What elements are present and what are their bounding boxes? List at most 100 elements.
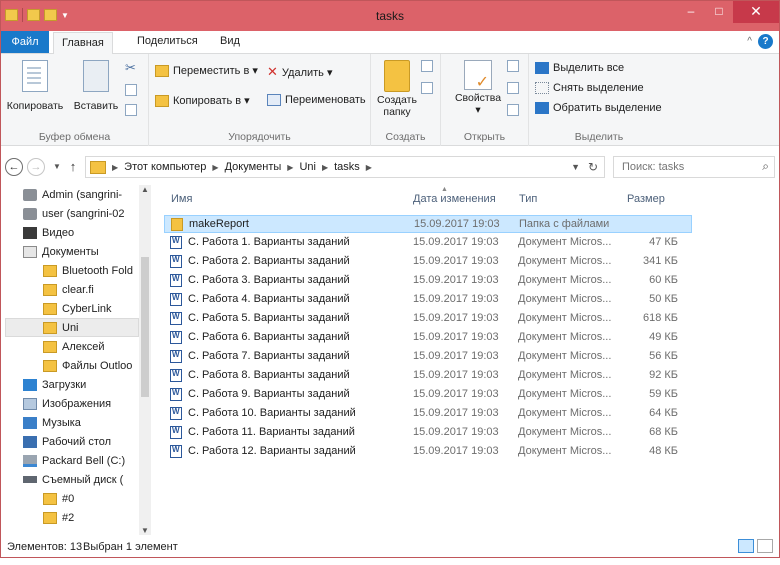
chevron-right-icon[interactable]: ▶ (287, 163, 293, 172)
nav-item-video[interactable]: Видео (23, 223, 151, 242)
properties-arrow: ▾ (475, 104, 481, 116)
navigation-scrollbar[interactable]: ▲ ▼ (139, 185, 151, 535)
nav-item-documents[interactable]: Документы (23, 242, 151, 261)
word-document-icon (170, 255, 182, 268)
properties-button[interactable]: Свойства ▾ (453, 60, 503, 116)
large-icons-view-icon[interactable] (757, 539, 773, 553)
move-to-button[interactable]: Переместить в ▾ (155, 64, 258, 77)
rename-button[interactable]: Переименовать (267, 94, 366, 106)
new-folder-button[interactable]: Создать папку (377, 60, 417, 118)
nav-item-removable-disk[interactable]: Съемный диск ( (23, 470, 151, 489)
file-row[interactable]: С. Работа 10. Варианты заданий 15.09.201… (164, 405, 692, 423)
refresh-icon[interactable]: ↻ (588, 160, 598, 174)
up-arrow-icon[interactable]: ↑ (63, 157, 83, 177)
file-row[interactable]: makeReport 15.09.2017 19:03 Папка с файл… (164, 215, 692, 233)
nav-item-bluetooth[interactable]: Bluetooth Fold (43, 261, 139, 280)
select-none-icon (535, 82, 549, 94)
file-row[interactable]: С. Работа 11. Варианты заданий 15.09.201… (164, 424, 692, 442)
tab-home[interactable]: Главная (53, 32, 113, 55)
close-button[interactable]: ✕ (733, 1, 779, 23)
word-document-icon (170, 312, 182, 325)
view-switcher (738, 539, 773, 553)
search-icon[interactable]: ⌕ (762, 159, 769, 174)
address-history-chevron-down-icon[interactable]: ▼ (571, 162, 580, 172)
folder-icon (43, 340, 57, 353)
folder-icon (43, 302, 57, 315)
invert-selection-button[interactable]: Обратить выделение (535, 102, 662, 114)
paste-button[interactable]: Вставить (73, 60, 119, 112)
breadcrumb-tasks[interactable]: tasks (334, 161, 360, 173)
cut-button[interactable]: ✂ (125, 60, 136, 76)
file-row[interactable]: С. Работа 9. Варианты заданий 15.09.2017… (164, 386, 692, 404)
nav-item-clearfi[interactable]: clear.fi (43, 280, 139, 299)
file-row[interactable]: С. Работа 4. Варианты заданий 15.09.2017… (164, 291, 692, 309)
file-row[interactable]: С. Работа 5. Варианты заданий 15.09.2017… (164, 310, 692, 328)
nav-item-cyberlink[interactable]: CyberLink (43, 299, 139, 318)
search-input[interactable] (614, 157, 744, 177)
tab-file[interactable]: Файл (1, 31, 49, 53)
back-arrow-icon[interactable]: ← (5, 158, 23, 176)
breadcrumb-uni[interactable]: Uni (299, 161, 316, 173)
column-header-type[interactable]: Тип (519, 193, 537, 215)
file-row[interactable]: С. Работа 8. Варианты заданий 15.09.2017… (164, 367, 692, 385)
nav-item-music[interactable]: Музыка (23, 413, 151, 432)
select-none-button[interactable]: Снять выделение (535, 82, 644, 94)
chevron-right-icon[interactable]: ▶ (322, 163, 328, 172)
history-button[interactable] (507, 104, 519, 116)
nav-item-folder-0[interactable]: #0 (43, 489, 139, 508)
column-header-date[interactable]: Дата изменения (413, 193, 496, 215)
chevron-right-icon[interactable]: ▶ (366, 163, 372, 172)
maximize-button[interactable]: □ (705, 1, 733, 23)
file-row[interactable]: С. Работа 3. Варианты заданий 15.09.2017… (164, 272, 692, 290)
file-row[interactable]: С. Работа 2. Варианты заданий 15.09.2017… (164, 253, 692, 271)
nav-item-user[interactable]: user (sangrini-02 (23, 204, 151, 223)
word-document-icon (170, 445, 182, 458)
file-row[interactable]: С. Работа 7. Варианты заданий 15.09.2017… (164, 348, 692, 366)
nav-item-desktop[interactable]: Рабочий стол (23, 432, 151, 451)
details-view-icon[interactable] (738, 539, 754, 553)
chevron-right-icon[interactable]: ▶ (212, 163, 218, 172)
address-bar[interactable]: ▶ Этот компьютер ▶ Документы ▶ Uni ▶ tas… (85, 156, 605, 178)
file-size: 618 КБ (642, 312, 678, 324)
nav-item-drive-c[interactable]: Packard Bell (C:) (23, 451, 151, 470)
breadcrumb-documents[interactable]: Документы (225, 161, 282, 173)
nav-item-admin[interactable]: Admin (sangrini- (23, 185, 151, 204)
column-header-name[interactable]: Имя (171, 193, 192, 215)
file-row[interactable]: С. Работа 6. Варианты заданий 15.09.2017… (164, 329, 692, 347)
scroll-up-arrow-icon[interactable]: ▲ (141, 185, 149, 194)
scroll-down-arrow-icon[interactable]: ▼ (141, 526, 149, 535)
easy-access-button[interactable] (421, 82, 433, 94)
copy-to-button[interactable]: Копировать в ▾ (155, 94, 250, 107)
breadcrumb-this-pc[interactable]: Этот компьютер (124, 161, 206, 173)
nav-item-pictures[interactable]: Изображения (23, 394, 151, 413)
search-box[interactable]: ⌕ (613, 156, 775, 178)
forward-arrow-icon[interactable]: → (27, 158, 45, 176)
nav-item-aleksey[interactable]: Алексей (43, 337, 139, 356)
new-item-button[interactable] (421, 60, 433, 72)
delete-button[interactable]: ✕ Удалить ▾ (267, 64, 332, 80)
help-area: ^ ? (747, 34, 773, 49)
chevron-right-icon[interactable]: ▶ (112, 163, 118, 172)
copy-button[interactable]: Копировать (5, 60, 65, 112)
nav-item-folder-2[interactable]: #2 (43, 508, 139, 527)
nav-item-downloads[interactable]: Загрузки (23, 375, 151, 394)
edit-button[interactable] (507, 82, 519, 94)
scrollbar-thumb[interactable] (141, 257, 149, 397)
help-icon[interactable]: ? (758, 34, 773, 49)
select-all-button[interactable]: Выделить все (535, 62, 624, 74)
column-header-size[interactable]: Размер (627, 193, 665, 215)
file-row[interactable]: С. Работа 1. Варианты заданий 15.09.2017… (164, 234, 692, 252)
minimize-button[interactable]: – (677, 1, 705, 23)
copy-path-button[interactable] (125, 84, 137, 96)
tab-view[interactable]: Вид (220, 35, 240, 47)
file-date: 15.09.2017 19:03 (413, 350, 499, 362)
file-size: 341 КБ (642, 255, 678, 267)
paste-shortcut-button[interactable] (125, 104, 137, 116)
nav-item-uni[interactable]: Uni (5, 318, 139, 337)
nav-item-outlook-files[interactable]: Файлы Outloo (43, 356, 139, 375)
file-row[interactable]: С. Работа 12. Варианты заданий 15.09.201… (164, 443, 692, 461)
collapse-ribbon-icon[interactable]: ^ (747, 36, 752, 47)
tab-share[interactable]: Поделиться (137, 35, 198, 47)
file-size: 50 КБ (649, 293, 678, 305)
open-button[interactable] (507, 60, 519, 72)
